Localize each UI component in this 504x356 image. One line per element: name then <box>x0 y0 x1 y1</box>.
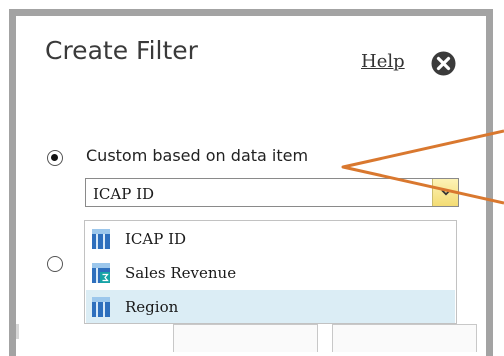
custom-data-item-label[interactable]: Custom based on data item <box>86 146 308 165</box>
combobox-value: ICAP ID <box>93 185 155 203</box>
measure-icon <box>92 263 110 283</box>
background-button-left <box>173 324 318 352</box>
dropdown-toggle-button[interactable] <box>432 179 458 206</box>
dimension-icon <box>92 229 110 249</box>
background-button-right <box>332 324 477 352</box>
dropdown-item-label: ICAP ID <box>125 230 187 248</box>
dropdown-item-icap-id[interactable]: ICAP ID <box>86 222 455 255</box>
second-option-radio[interactable] <box>47 256 63 272</box>
dropdown-item-label: Region <box>125 298 179 316</box>
help-link[interactable]: Help <box>361 51 405 72</box>
chevron-down-icon <box>440 189 451 196</box>
background-divider <box>16 324 19 339</box>
dialog-title: Create Filter <box>45 36 198 65</box>
data-item-combobox[interactable]: ICAP ID <box>85 178 459 207</box>
data-item-dropdown-list: ICAP ID Sales Revenue Region <box>84 220 457 324</box>
close-icon <box>431 51 456 76</box>
custom-data-item-radio[interactable] <box>47 150 63 166</box>
close-button[interactable] <box>430 50 457 77</box>
dropdown-item-label: Sales Revenue <box>125 264 237 282</box>
dimension-icon <box>92 297 110 317</box>
dropdown-item-sales-revenue[interactable]: Sales Revenue <box>86 256 455 289</box>
dropdown-item-region[interactable]: Region <box>86 290 455 323</box>
